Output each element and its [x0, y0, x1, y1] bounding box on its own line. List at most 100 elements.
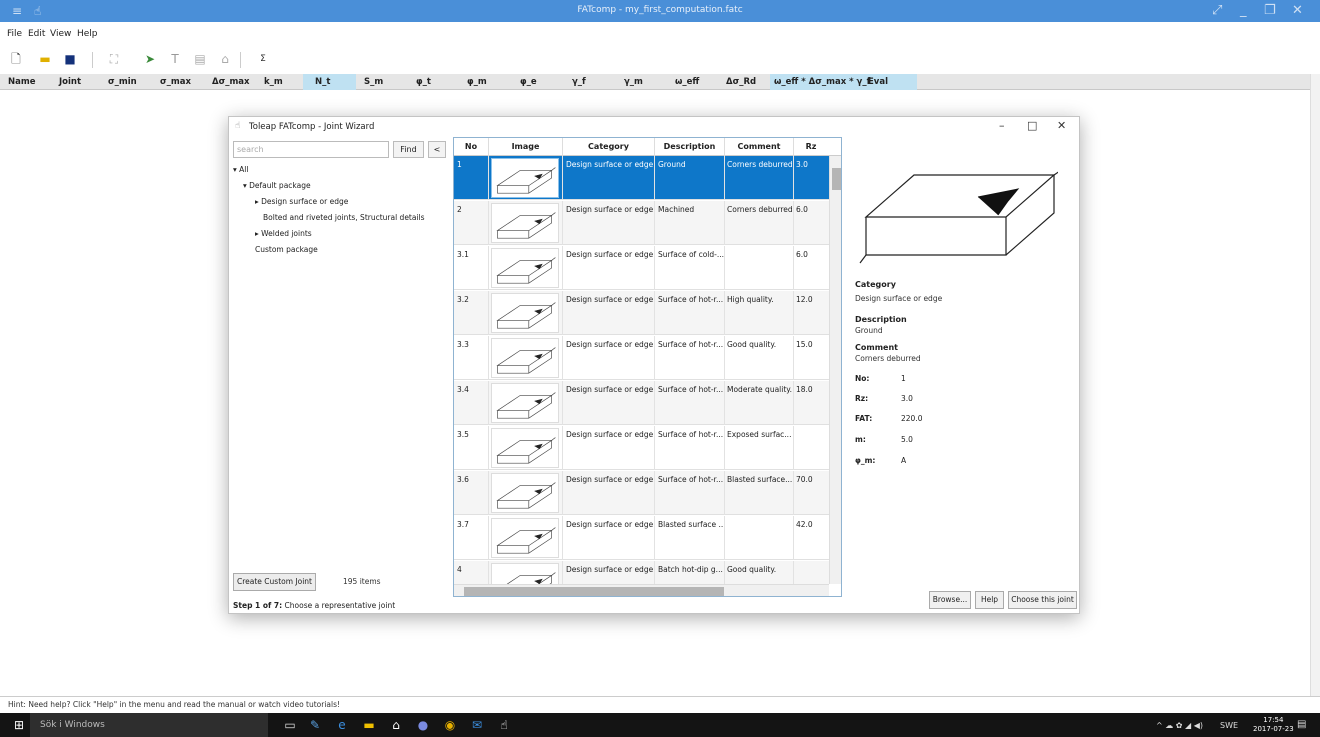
col-delta-sigma-max[interactable]: Δσ_max [212, 77, 250, 87]
chrome-browser-icon[interactable]: ◉ [442, 717, 458, 733]
cell-comment: Corners deburred [727, 160, 793, 169]
find-button[interactable]: Find [393, 141, 424, 158]
col-s-m[interactable]: S_m [364, 77, 383, 87]
col-eval[interactable]: Eval [868, 77, 888, 87]
joint-row[interactable]: 3.6 Design surface or edge Surface of hot-… [454, 471, 829, 515]
edit-joint-icon[interactable]: ⛶ [107, 52, 121, 66]
joint-row[interactable]: 4 Design surface or edge Batch hot-dip g..… [454, 561, 829, 584]
layers-icon[interactable]: ▤ [193, 52, 207, 66]
joint-row[interactable]: 3.4 Design surface or edge Surface of hot-… [454, 381, 829, 425]
joint-table-horizontal-scrollbar[interactable] [454, 584, 829, 596]
joint-row[interactable]: 1 Design surface or edge Ground Corners deb… [454, 156, 829, 200]
joint-row[interactable]: 3.3 Design surface or edge Surface of hot-… [454, 336, 829, 380]
help-button[interactable]: Help [975, 591, 1004, 609]
sum-icon[interactable]: Σ [256, 52, 270, 66]
col-phi-m[interactable]: φ_m [467, 77, 487, 87]
col-name[interactable]: Name [8, 77, 35, 87]
file-explorer-icon[interactable]: ▬ [361, 717, 377, 733]
scroll-thumb[interactable] [832, 168, 841, 190]
th-rz[interactable]: Rz [794, 142, 828, 151]
tree-node-design-surface[interactable]: ▸ Design surface or edge [255, 197, 348, 206]
minimize-icon[interactable]: _ [1240, 3, 1247, 18]
house-icon[interactable]: ⌂ [218, 52, 232, 66]
main-vertical-scrollbar[interactable] [1310, 74, 1320, 696]
paint-app-icon[interactable]: ✎ [307, 717, 323, 733]
store-icon[interactable]: ⌂ [388, 717, 404, 733]
tree-node-bolted-riveted[interactable]: Bolted and riveted joints, Structural de… [263, 213, 425, 222]
joint-row[interactable]: 3.5 Design surface or edge Surface of hot-… [454, 426, 829, 470]
dialog-maximize-icon[interactable]: □ [1027, 119, 1037, 132]
outlook-icon[interactable]: ✉ [469, 717, 485, 733]
taskbar-clock[interactable]: 17:54 2017-07-23 [1253, 716, 1294, 734]
col-sigma-min[interactable]: σ_min [108, 77, 137, 87]
detail-no: No: 1 [855, 374, 906, 383]
tray-icons[interactable]: ^ ☁ ✿ ◢ ◀) [1156, 721, 1203, 730]
joint-thumbnail-image [491, 428, 559, 468]
task-view-icon[interactable]: ▭ [282, 717, 298, 733]
col-joint[interactable]: Joint [59, 77, 81, 87]
open-folder-icon[interactable]: ▬ [38, 52, 52, 66]
th-no[interactable]: No [454, 142, 488, 151]
dialog-minimize-icon[interactable]: – [999, 119, 1005, 132]
create-custom-joint-button[interactable]: Create Custom Joint [233, 573, 316, 591]
col-phi-e[interactable]: φ_e [520, 77, 537, 87]
tree-node-welded-joints[interactable]: ▸ Welded joints [255, 229, 312, 238]
fatcomp-app-icon[interactable]: ☝ [496, 717, 512, 733]
menu-help[interactable]: Help [77, 29, 98, 39]
notifications-icon[interactable]: ▤ [1297, 719, 1306, 730]
detail-rz: Rz: 3.0 [855, 394, 913, 403]
col-phi-t[interactable]: φ_t [416, 77, 431, 87]
tree-node-all[interactable]: ▾ All [233, 165, 248, 174]
restore-icon[interactable]: ❐ [1264, 3, 1276, 18]
browse-button[interactable]: Browse... [929, 591, 971, 609]
keyboard-language[interactable]: SWE [1220, 721, 1238, 730]
cell-rz: 6.0 [796, 250, 808, 259]
scroll-thumb[interactable] [464, 587, 724, 596]
col-delta-sigma-rd[interactable]: Δσ_Rd [726, 77, 756, 87]
new-file-icon[interactable]: 🗋 [9, 52, 23, 66]
cell-no: 3.5 [457, 430, 469, 439]
col-sigma-max[interactable]: σ_max [160, 77, 191, 87]
text-tool-icon[interactable]: T [168, 52, 182, 66]
th-description[interactable]: Description [655, 142, 724, 151]
joint-search-input[interactable] [234, 142, 388, 157]
save-icon[interactable]: ■ [63, 52, 77, 66]
menu-view[interactable]: View [50, 29, 71, 39]
detail-comment-value: Corners deburred [855, 354, 921, 363]
cell-rz: 70.0 [796, 475, 813, 484]
menu-file[interactable]: File [7, 29, 22, 39]
joint-thumbnail-image [491, 203, 559, 243]
tree-node-custom-package[interactable]: Custom package [255, 245, 318, 254]
media-app-icon[interactable]: ● [415, 717, 431, 733]
joint-row[interactable]: 3.1 Design surface or edge Surface of cold… [454, 246, 829, 290]
dialog-title: Toleap FATcomp - Joint Wizard [249, 122, 375, 132]
close-icon[interactable]: ✕ [1292, 3, 1303, 18]
col-k-m[interactable]: k_m [264, 77, 283, 87]
dialog-close-icon[interactable]: ✕ [1057, 119, 1066, 132]
results-table-header: Name Joint σ_min σ_max Δσ_max k_m N_t S_… [0, 74, 1310, 90]
col-omega-eff[interactable]: ω_eff [675, 77, 699, 87]
joint-thumbnail-image [491, 383, 559, 423]
edge-browser-icon[interactable]: e [334, 717, 350, 733]
add-joint-icon[interactable]: ➤ [143, 52, 157, 66]
fullscreen-icon[interactable]: ⤢ [1212, 3, 1222, 18]
detail-comment-label: Comment [855, 343, 898, 352]
joint-row[interactable]: 3.7 Design surface or edge Blasted surface… [454, 516, 829, 560]
choose-joint-button[interactable]: Choose this joint [1008, 591, 1077, 609]
col-product[interactable]: ω_eff * Δσ_max * γ_f [774, 77, 870, 87]
col-gamma-f[interactable]: γ_f [572, 77, 586, 87]
col-gamma-m[interactable]: γ_m [624, 77, 643, 87]
joint-row[interactable]: 2 Design surface or edge Machined Corners d… [454, 201, 829, 245]
detail-category-value: Design surface or edge [855, 294, 943, 303]
collapse-panel-button[interactable]: < [428, 141, 446, 158]
taskbar-search[interactable]: Sök i Windows [30, 713, 268, 737]
tree-node-default-package[interactable]: ▾ Default package [243, 181, 311, 190]
joint-table-vertical-scrollbar[interactable] [829, 156, 841, 584]
windows-start-icon[interactable]: ⊞ [14, 718, 24, 732]
col-n-t[interactable]: N_t [315, 77, 330, 87]
menu-edit[interactable]: Edit [28, 29, 45, 39]
th-comment[interactable]: Comment [725, 142, 793, 151]
th-category[interactable]: Category [563, 142, 654, 151]
joint-row[interactable]: 3.2 Design surface or edge Surface of hot-… [454, 291, 829, 335]
th-image[interactable]: Image [489, 142, 562, 151]
